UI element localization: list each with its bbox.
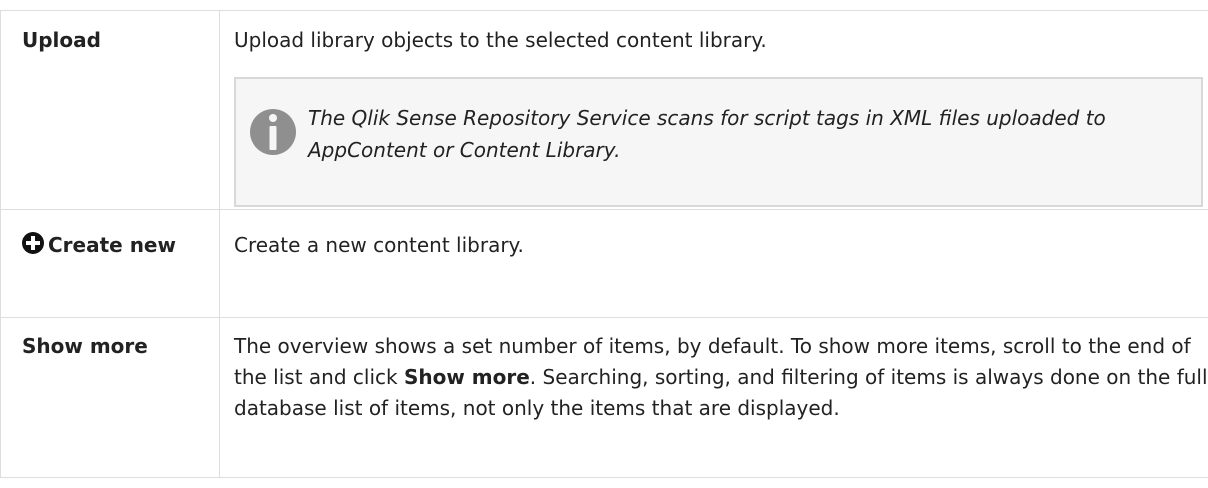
show-more-inline-label: Show more (403, 365, 530, 389)
term-cell-create-new: Create new (0, 209, 220, 318)
info-note: The Qlik Sense Repository Service scans … (234, 77, 1203, 207)
table-row-show-more: Show more The overview shows a set numbe… (0, 317, 1208, 478)
info-icon (250, 109, 296, 155)
term-cell-upload: Upload (0, 10, 220, 210)
plus-circle-icon (22, 232, 44, 254)
show-more-description: The overview shows a set number of items… (234, 331, 1208, 424)
table-row-upload: Upload Upload library objects to the sel… (0, 10, 1208, 210)
info-note-text: The Qlik Sense Repository Service scans … (308, 106, 1106, 162)
create-new-description: Create a new content library. (234, 233, 524, 257)
show-more-term: Show more (22, 334, 148, 358)
upload-term: Upload (22, 28, 101, 52)
table-row-create-new: Create new Create a new content library. (0, 209, 1208, 318)
description-cell-create-new: Create a new content library. (219, 209, 1208, 318)
description-cell-show-more: The overview shows a set number of items… (219, 317, 1208, 478)
upload-description: Upload library objects to the selected c… (234, 28, 767, 52)
description-cell-upload: Upload library objects to the selected c… (219, 10, 1208, 210)
actions-table: Upload Upload library objects to the sel… (0, 10, 1208, 478)
term-cell-show-more: Show more (0, 317, 220, 478)
create-new-term: Create new (48, 233, 176, 257)
